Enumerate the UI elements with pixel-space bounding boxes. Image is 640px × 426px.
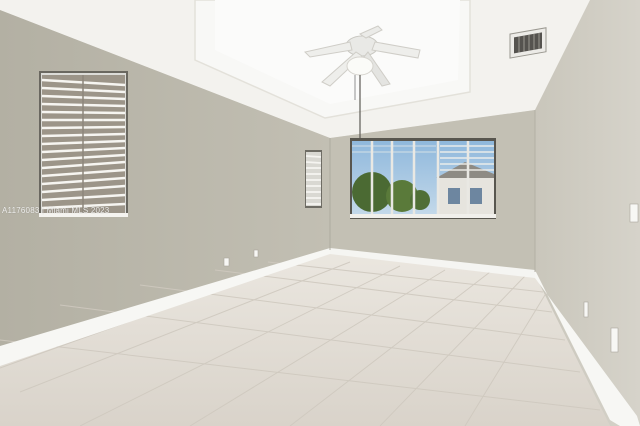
outlet-back: [253, 249, 259, 258]
outlet-left: [223, 257, 230, 267]
back-window: [350, 138, 496, 219]
light-switch: [629, 203, 639, 223]
middle-window: [305, 150, 322, 208]
outlet-right: [610, 327, 619, 353]
mls-watermark: A1176083 | Miami MLS 2023: [2, 206, 110, 215]
empty-room-photo: A1176083 | Miami MLS 2023: [0, 0, 640, 426]
left-window: [39, 71, 128, 217]
outlet-right-small: [583, 301, 589, 318]
